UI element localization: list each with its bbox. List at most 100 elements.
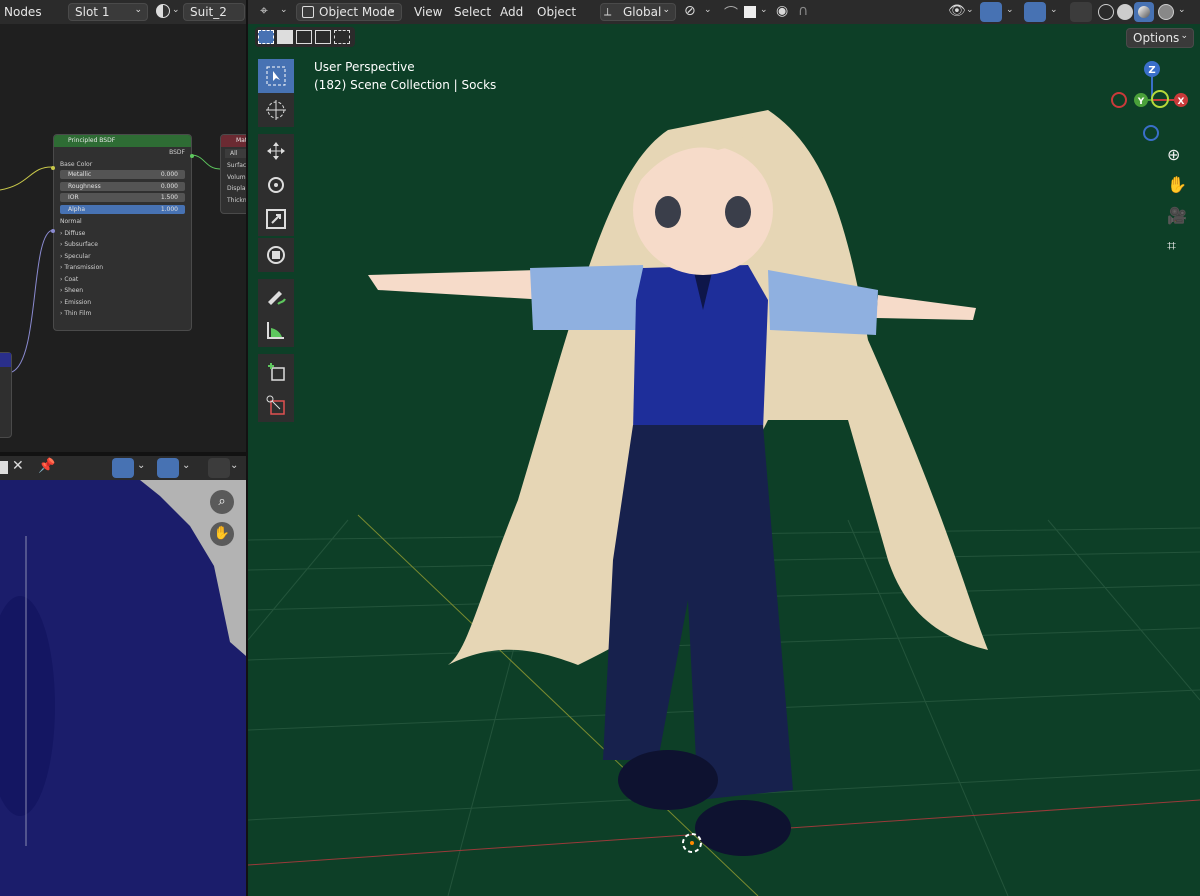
menu-add[interactable]: Add <box>500 5 523 19</box>
panel-emission[interactable]: › Emission <box>54 297 191 309</box>
slot-dropdown[interactable]: Slot 1 ⌄ <box>68 3 148 21</box>
volume-input: Volume <box>227 173 246 181</box>
close-icon[interactable]: ✕ <box>12 458 24 474</box>
options-dropdown[interactable]: Options ⌄ <box>1126 28 1194 48</box>
chevron-down-icon[interactable]: ⌄ <box>182 460 190 471</box>
rendered-shading-icon[interactable] <box>1158 4 1174 20</box>
image-browse-icon[interactable] <box>0 461 8 474</box>
add-cube-tool[interactable] <box>258 354 294 388</box>
chevron-down-icon[interactable]: ⌄ <box>1178 5 1186 15</box>
vertical-divider[interactable] <box>246 0 248 896</box>
3d-viewport[interactable] <box>248 0 1200 896</box>
chevron-down-icon[interactable]: ⌄ <box>1006 5 1014 15</box>
zoom-icon[interactable]: ⌕ <box>210 490 234 514</box>
knife-tool[interactable] <box>258 388 294 422</box>
select-intersect-icon[interactable] <box>334 30 350 44</box>
hand-icon[interactable]: ✋ <box>1167 175 1187 194</box>
alpha-field-row[interactable]: Alpha 1.000 <box>54 204 191 217</box>
chevron-down-icon[interactable]: ⌄ <box>966 5 974 15</box>
wireframe-shading-icon[interactable] <box>1098 4 1114 20</box>
overlay-toggle-icon[interactable] <box>157 458 179 478</box>
thickness-input: Thickn <box>227 196 246 204</box>
transform-orientation-dropdown[interactable]: Global ⌄ <box>600 3 676 21</box>
select-box-tool[interactable] <box>258 59 294 93</box>
partial-node[interactable] <box>0 352 12 438</box>
navigation-gizmo[interactable]: Z Y X <box>1108 58 1192 146</box>
menu-object[interactable]: Object <box>537 5 576 19</box>
normal-label: Normal <box>60 218 82 225</box>
snap-icon[interactable]: ⌒ <box>724 3 738 23</box>
transform-icon <box>267 246 285 264</box>
pin-icon[interactable]: 📌 <box>38 458 55 474</box>
editor-type-icon[interactable]: ⌖ <box>260 3 268 19</box>
panel-coat[interactable]: › Coat <box>54 274 191 286</box>
pivot-icon[interactable]: ⊘ <box>684 3 696 19</box>
move-tool[interactable] <box>258 134 294 168</box>
chevron-down-icon[interactable]: ⌄ <box>704 5 712 15</box>
view-perspective-text: User Perspective <box>314 60 415 74</box>
chevron-down-icon[interactable]: ⌄ <box>230 460 238 471</box>
texture-image <box>0 480 246 846</box>
rotate-tool[interactable] <box>258 168 294 202</box>
material-browse-icon[interactable] <box>156 4 170 18</box>
gizmo-toggle-icon[interactable] <box>980 2 1002 22</box>
camera-icon[interactable]: 🎥 <box>1167 206 1187 225</box>
menu-select[interactable]: Select <box>454 5 491 19</box>
transform-tool[interactable] <box>258 238 294 272</box>
gizmo-toggle-icon[interactable] <box>112 458 134 478</box>
scale-tool[interactable] <box>258 202 294 236</box>
normal-socket[interactable] <box>51 229 55 233</box>
select-invert-icon[interactable] <box>315 30 331 44</box>
annotate-icon <box>268 291 286 305</box>
panel-transmission[interactable]: › Transmission <box>54 262 191 274</box>
metallic-field-row[interactable]: Metallic 0.000 <box>54 170 191 182</box>
proportional-edit-icon[interactable]: ◉ <box>776 3 788 19</box>
ior-field-row[interactable]: IOR 1.500 <box>54 193 191 205</box>
measure-tool[interactable] <box>258 313 294 347</box>
xray-toggle-icon[interactable] <box>1070 2 1092 22</box>
node-editor-header: Nodes Slot 1 ⌄ ⌄ Suit_2 <box>0 0 246 24</box>
chevron-down-icon[interactable]: ⌄ <box>280 5 288 15</box>
chevron-down-icon[interactable]: ⌄ <box>1050 5 1058 15</box>
chevron-down-icon[interactable]: ⌄ <box>137 460 145 471</box>
grid-icon[interactable]: ⌗ <box>1167 236 1176 256</box>
image-editor-area[interactable] <box>0 456 246 896</box>
select-subtract-icon[interactable] <box>296 30 312 44</box>
rotate-icon <box>268 177 284 193</box>
falloff-icon[interactable]: ∩ <box>798 3 808 19</box>
bsdf-socket[interactable] <box>190 154 194 158</box>
menu-view[interactable]: View <box>414 5 442 19</box>
ior-field: IOR 1.500 <box>60 193 185 202</box>
panel-diffuse[interactable]: › Diffuse <box>54 228 191 240</box>
editor-type-label: Nodes <box>4 5 42 19</box>
base-color-socket[interactable] <box>51 166 55 170</box>
material-name-field[interactable]: Suit_2 <box>183 3 245 21</box>
annotate-tool[interactable] <box>258 279 294 313</box>
gizmo-z-label: Z <box>1148 65 1155 76</box>
chevron-down-icon[interactable]: ⌄ <box>172 5 180 15</box>
principled-bsdf-node[interactable]: Principled BSDF BSDF Base Color Metallic… <box>51 134 194 331</box>
select-extend-icon[interactable] <box>277 30 293 44</box>
panel-thin-film[interactable]: › Thin Film <box>54 308 191 320</box>
output-target-dropdown[interactable]: All <box>225 149 246 158</box>
output-node-title: Mat <box>221 135 246 147</box>
material-output-node[interactable]: Mat All Surface Volume Displace Thickn <box>220 134 246 214</box>
select-new-icon[interactable] <box>258 30 274 44</box>
display-channels-icon[interactable] <box>208 458 230 478</box>
panel-specular[interactable]: › Specular <box>54 251 191 263</box>
hand-icon[interactable]: ✋ <box>210 522 234 546</box>
panel-subsurface[interactable]: › Subsurface <box>54 239 191 251</box>
overlay-toggle-icon[interactable] <box>1024 2 1046 22</box>
node-editor-area[interactable]: Principled BSDF BSDF Base Color Metallic… <box>0 0 246 452</box>
panel-sheen[interactable]: › Sheen <box>54 285 191 297</box>
cursor-tool[interactable] <box>258 93 294 127</box>
snap-target-icon[interactable] <box>744 6 756 18</box>
horizontal-divider[interactable] <box>0 452 246 456</box>
solid-shading-icon[interactable] <box>1117 4 1133 20</box>
visibility-icon[interactable]: 👁 <box>948 3 966 19</box>
displace-input: Displace <box>227 185 246 192</box>
material-preview-sphere <box>1138 6 1150 18</box>
zoom-icon[interactable]: ⊕ <box>1167 145 1180 164</box>
chevron-down-icon[interactable]: ⌄ <box>760 5 768 15</box>
roughness-field-row[interactable]: Roughness 0.000 <box>54 181 191 194</box>
